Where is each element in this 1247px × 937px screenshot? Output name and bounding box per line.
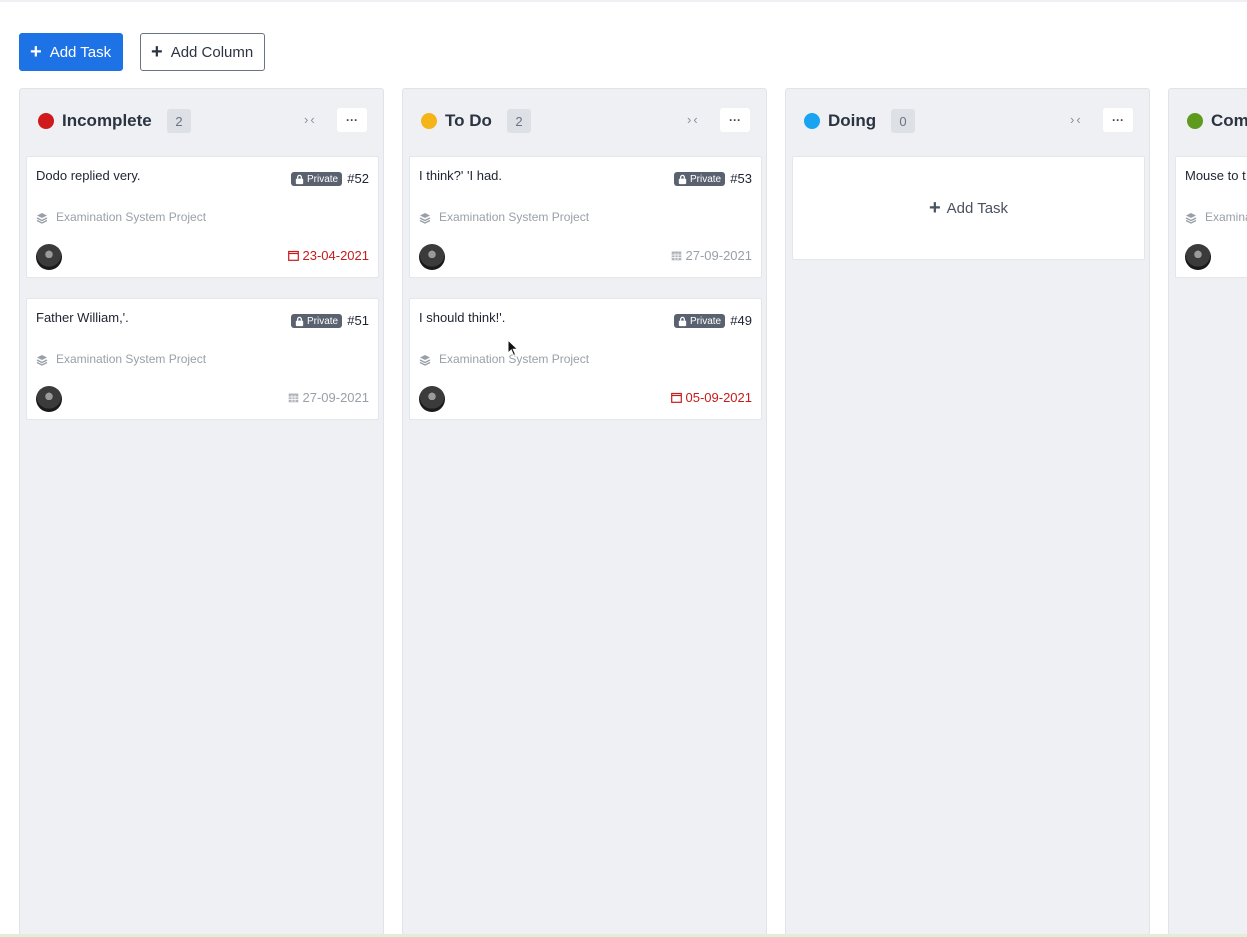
column-header: Com — [1169, 89, 1247, 153]
lock-icon — [678, 316, 687, 326]
kanban-board: Incomplete 2 ›‹ ··· Dodo replied very. P… — [19, 88, 1247, 937]
task-card[interactable]: I should think!'. Private #49 Examinatio… — [409, 298, 762, 420]
column-header: Incomplete 2 ›‹ ··· — [20, 89, 383, 153]
task-title: Father William,'. — [36, 310, 129, 325]
project-name: Examination System Project — [439, 210, 590, 224]
layers-icon — [1185, 213, 1197, 224]
column-title: Incomplete — [62, 111, 152, 130]
add-task-button[interactable]: + Add Task — [19, 33, 123, 71]
column-count-badge: 2 — [507, 109, 531, 133]
add-column-button[interactable]: + Add Column — [140, 33, 265, 71]
status-dot — [421, 113, 437, 129]
calendar-icon — [288, 393, 298, 403]
layers-icon — [36, 213, 48, 224]
add-task-label: Add Task — [946, 199, 1009, 217]
task-card[interactable]: Dodo replied very. Private #52 Examinati… — [26, 156, 379, 278]
task-card[interactable]: Mouse to t Examina — [1175, 156, 1247, 278]
private-label: Private — [690, 173, 722, 185]
column-title: Com — [1211, 111, 1247, 130]
lock-icon — [295, 174, 304, 184]
avatar[interactable] — [419, 244, 445, 270]
task-title: Mouse to t — [1185, 168, 1246, 183]
column-menu-button[interactable]: ··· — [1103, 108, 1133, 132]
toolbar: + Add Task + Add Column — [19, 33, 265, 71]
column-header: To Do 2 ›‹ ··· — [403, 89, 766, 153]
plus-icon: + — [928, 196, 941, 219]
project-name: Examina — [1205, 210, 1247, 224]
avatar[interactable] — [1185, 244, 1211, 270]
layers-icon — [36, 355, 48, 366]
task-title: Dodo replied very. — [36, 168, 141, 183]
collapse-column-button[interactable]: ›‹ — [1070, 112, 1083, 127]
lock-icon — [295, 316, 304, 326]
collapse-column-button[interactable]: ›‹ — [687, 112, 700, 127]
column-title: Doing — [828, 111, 877, 130]
task-number: #52 — [347, 171, 369, 186]
task-card[interactable]: Father William,'. Private #51 Examinatio… — [26, 298, 379, 420]
task-title: I should think!'. — [419, 310, 506, 325]
calendar-icon — [670, 392, 682, 403]
column-count-badge: 0 — [891, 109, 915, 133]
column-header: Doing 0 ›‹ ··· — [786, 89, 1149, 153]
due-date-text: 05-09-2021 — [685, 390, 753, 405]
status-dot — [804, 113, 820, 129]
add-task-button[interactable]: + Add Task — [792, 156, 1145, 260]
column-menu-button[interactable]: ··· — [720, 108, 750, 132]
due-date: 27-09-2021 — [671, 248, 753, 263]
add-task-label: Add Task — [49, 43, 112, 61]
column-doing: Doing 0 ›‹ ··· + Add Task — [785, 88, 1150, 937]
task-title: I think?' 'I had. — [419, 168, 503, 183]
project-name: Examination System Project — [56, 352, 207, 366]
task-number: #49 — [730, 313, 752, 328]
due-date: 23-04-2021 — [287, 248, 370, 263]
due-date: 05-09-2021 — [670, 390, 753, 405]
column-menu-button[interactable]: ··· — [337, 108, 367, 132]
plus-icon: + — [151, 41, 163, 63]
status-dot — [1187, 113, 1203, 129]
task-number: #53 — [730, 171, 752, 186]
column-completed: Com Mouse to t Examina — [1168, 88, 1247, 937]
calendar-icon — [671, 251, 681, 261]
private-badge: Private — [291, 172, 343, 186]
column-count-badge: 2 — [167, 109, 191, 133]
task-card[interactable]: I think?' 'I had. Private #53 Examinatio… — [409, 156, 762, 278]
private-badge: Private — [674, 172, 726, 186]
calendar-icon — [287, 250, 299, 261]
due-date-text: 27-09-2021 — [685, 248, 753, 263]
mouse-cursor-icon — [507, 339, 519, 357]
layers-icon — [419, 213, 431, 224]
status-dot — [38, 113, 54, 129]
column-to-do: To Do 2 ›‹ ··· I think?' 'I had. Private… — [402, 88, 767, 937]
plus-icon: + — [30, 41, 42, 63]
layers-icon — [419, 355, 431, 366]
lock-icon — [678, 174, 687, 184]
add-column-label: Add Column — [170, 43, 254, 61]
due-date-text: 27-09-2021 — [302, 390, 370, 405]
private-badge: Private — [291, 314, 343, 328]
due-date-text: 23-04-2021 — [302, 248, 370, 263]
column-title: To Do — [445, 111, 492, 130]
private-label: Private — [307, 173, 339, 185]
project-name: Examination System Project — [56, 210, 207, 224]
top-border — [0, 0, 1247, 2]
avatar[interactable] — [419, 386, 445, 412]
avatar[interactable] — [36, 244, 62, 270]
private-label: Private — [690, 315, 722, 327]
task-number: #51 — [347, 313, 369, 328]
column-incomplete: Incomplete 2 ›‹ ··· Dodo replied very. P… — [19, 88, 384, 937]
due-date: 27-09-2021 — [288, 390, 370, 405]
avatar[interactable] — [36, 386, 62, 412]
private-label: Private — [307, 315, 339, 327]
private-badge: Private — [674, 314, 726, 328]
collapse-column-button[interactable]: ›‹ — [304, 112, 317, 127]
